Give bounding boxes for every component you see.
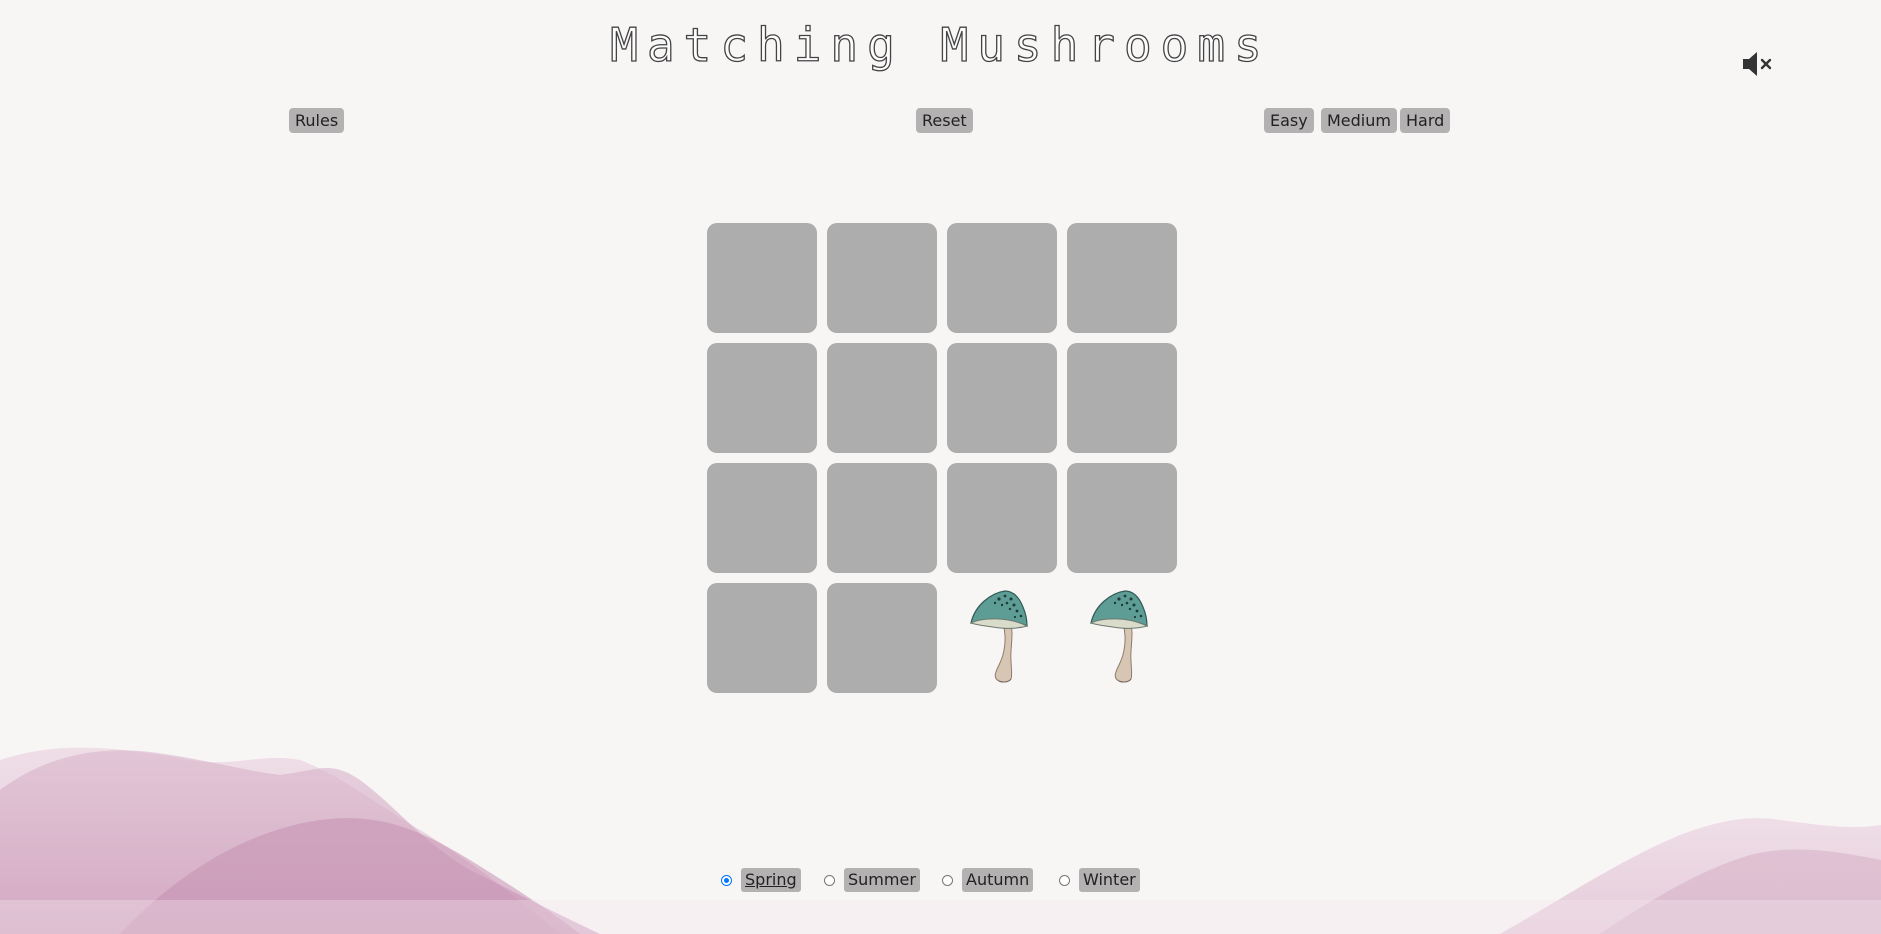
card-face-down[interactable]	[947, 463, 1057, 573]
card-face-down[interactable]	[1067, 343, 1177, 453]
card-face-down[interactable]	[947, 223, 1057, 333]
difficulty-hard-button[interactable]: Hard	[1400, 108, 1451, 133]
season-label: Summer	[844, 868, 920, 892]
teal-mushroom-icon	[969, 590, 1029, 683]
speaker-muted-icon[interactable]	[1741, 50, 1775, 78]
difficulty-medium-button[interactable]: Medium	[1321, 108, 1397, 133]
card-face-down[interactable]	[827, 223, 937, 333]
card-face-down[interactable]	[827, 463, 937, 573]
season-label: Autumn	[962, 868, 1034, 892]
reset-button[interactable]: Reset	[916, 108, 973, 133]
season-option-autumn[interactable]: Autumn	[942, 868, 1034, 892]
radio-button[interactable]	[942, 874, 953, 886]
season-option-summer[interactable]: Summer	[824, 868, 920, 892]
card-face-down[interactable]	[827, 343, 937, 453]
game-title: Matching Mushrooms	[610, 17, 1271, 72]
radio-button[interactable]	[1059, 874, 1070, 886]
season-label: Winter	[1079, 868, 1140, 892]
season-option-spring[interactable]: Spring	[721, 868, 801, 892]
radio-button[interactable]	[721, 874, 732, 886]
season-option-winter[interactable]: Winter	[1059, 868, 1140, 892]
radio-button[interactable]	[824, 874, 835, 886]
rules-button[interactable]: Rules	[289, 108, 345, 133]
card-face-down[interactable]	[707, 223, 817, 333]
card-face-down[interactable]	[707, 343, 817, 453]
difficulty-easy-button[interactable]: Easy	[1264, 108, 1314, 133]
teal-mushroom-icon	[1089, 590, 1149, 683]
season-selector: Spring Summer Autumn Winter	[0, 868, 1881, 898]
season-label: Spring	[741, 868, 801, 892]
card-face-down[interactable]	[707, 583, 817, 693]
card-face-down[interactable]	[1067, 223, 1177, 333]
card-face-down[interactable]	[1067, 463, 1177, 573]
card-face-up[interactable]	[1067, 583, 1177, 693]
card-face-down[interactable]	[827, 583, 937, 693]
card-face-down[interactable]	[707, 463, 817, 573]
card-face-down[interactable]	[947, 343, 1057, 453]
card-grid	[707, 223, 1177, 693]
card-face-up[interactable]	[947, 583, 1057, 693]
